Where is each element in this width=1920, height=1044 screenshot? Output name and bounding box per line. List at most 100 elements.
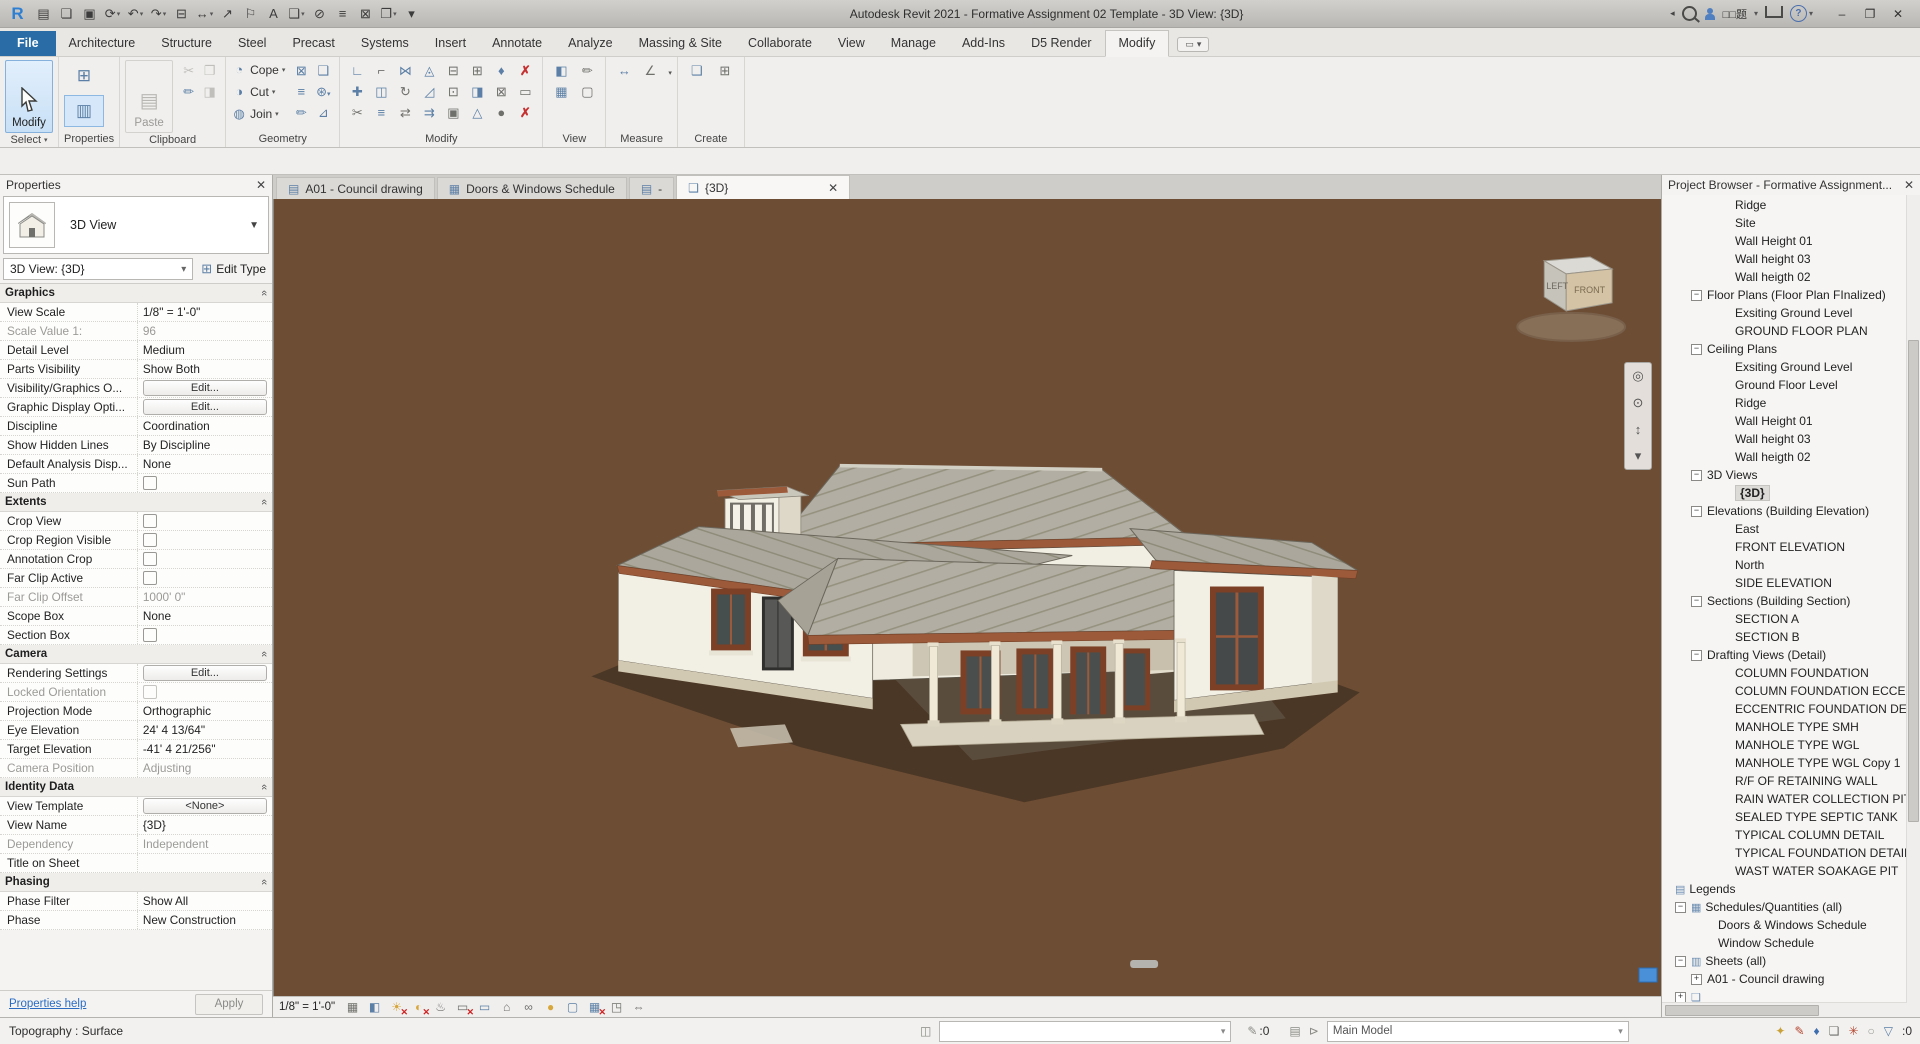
collapse-section-icon[interactable]: « bbox=[258, 879, 270, 885]
measure-icon[interactable]: ↗ bbox=[216, 3, 239, 25]
steering-wheel-icon[interactable]: ◎ bbox=[1632, 368, 1643, 384]
crop-view-icon[interactable]: ▭✕ bbox=[454, 999, 471, 1015]
unpin-icon[interactable]: ✗ bbox=[515, 63, 536, 79]
ribbon-tab-structure[interactable]: Structure bbox=[148, 31, 225, 56]
section-header-camera[interactable]: Camera« bbox=[0, 645, 272, 664]
ribbon-tab-d5-render[interactable]: D5 Render bbox=[1018, 31, 1104, 56]
temporary-view-properties-icon[interactable]: ▢ bbox=[564, 999, 581, 1015]
view-cube[interactable]: LEFT FRONT bbox=[1517, 257, 1625, 341]
locked-3d-view-icon[interactable]: ⌂ bbox=[498, 999, 515, 1015]
property-edit-button[interactable]: Edit... bbox=[143, 380, 267, 396]
tree-item-north[interactable]: North bbox=[1662, 556, 1920, 574]
property-value[interactable]: Adjusting bbox=[138, 759, 272, 777]
create-similar-icon[interactable]: ⊞ bbox=[714, 63, 735, 79]
select-elements-by-face-icon[interactable]: ❏ bbox=[1829, 1024, 1840, 1038]
user-name[interactable]: □□题 bbox=[1723, 6, 1747, 22]
property-value[interactable] bbox=[138, 474, 272, 492]
tree-item-sealed-type-septic-tank[interactable]: SEALED TYPE SEPTIC TANK bbox=[1662, 808, 1920, 826]
ribbon-tab-systems[interactable]: Systems bbox=[348, 31, 422, 56]
offset-icon[interactable]: ⌐ bbox=[371, 63, 392, 78]
close-button[interactable]: ✕ bbox=[1884, 3, 1912, 25]
view-scale-button[interactable]: 1/8" = 1'-0" bbox=[279, 1001, 335, 1013]
active-option-icon[interactable]: ⊳ bbox=[1309, 1024, 1319, 1038]
property-value[interactable]: 96 bbox=[138, 322, 272, 340]
close-inactive-views-icon[interactable]: ⊠ bbox=[354, 3, 377, 25]
wall-joins-icon[interactable]: ⊠ bbox=[291, 63, 312, 79]
trim-extend-corner-icon[interactable]: ◿ bbox=[419, 84, 440, 100]
tree-item-legends[interactable]: ▤Legends bbox=[1662, 880, 1920, 898]
match-type-icon[interactable]: ✏ bbox=[178, 84, 199, 100]
editable-only-icon[interactable]: ✎ bbox=[1247, 1024, 1257, 1038]
property-value[interactable]: 1000' 0" bbox=[138, 588, 272, 606]
apply-button[interactable]: Apply bbox=[195, 994, 263, 1015]
open-icon[interactable]: ❏ bbox=[55, 3, 78, 25]
ribbon-tab-add-ins[interactable]: Add-Ins bbox=[949, 31, 1018, 56]
property-value[interactable]: None bbox=[138, 607, 272, 625]
properties-toggle-icon[interactable]: ▥ bbox=[64, 95, 104, 127]
restore-button[interactable]: ❐ bbox=[1856, 3, 1884, 25]
select-pinned-icon[interactable]: ♦ bbox=[1814, 1024, 1820, 1038]
trim-extend-single-icon[interactable]: ⊡ bbox=[443, 84, 464, 100]
reveal-hidden-elements-icon[interactable]: ● bbox=[542, 999, 559, 1015]
property-value[interactable]: None bbox=[138, 455, 272, 473]
doc-tab-a01-council-drawing[interactable]: ▤A01 - Council drawing bbox=[276, 177, 435, 199]
tree-item-side-elevation[interactable]: SIDE ELEVATION bbox=[1662, 574, 1920, 592]
thin-lines-icon[interactable]: ≡ bbox=[331, 3, 354, 25]
section-header-graphics[interactable]: Graphics« bbox=[0, 284, 272, 303]
property-value[interactable] bbox=[138, 626, 272, 644]
shadows-icon[interactable]: ◐✕ bbox=[410, 999, 427, 1015]
ribbon-state-toggle[interactable]: ▭▾ bbox=[1177, 37, 1209, 52]
scale-icon[interactable]: ⊠ bbox=[491, 84, 512, 100]
tree-item-east[interactable]: East bbox=[1662, 520, 1920, 538]
crop-region-visible-icon[interactable]: ▭ bbox=[476, 999, 493, 1015]
navigation-bar[interactable]: ◎⊙↕▾ bbox=[1624, 362, 1652, 470]
navbar-options-icon[interactable]: ▾ bbox=[1635, 448, 1642, 464]
aligned-dimension-icon[interactable]: ↔▾ bbox=[193, 3, 216, 25]
background-processes-icon[interactable]: ○ bbox=[1868, 1024, 1875, 1038]
delete-icon[interactable]: ▭ bbox=[515, 84, 536, 100]
ribbon-tab-modify[interactable]: Modify bbox=[1105, 30, 1170, 57]
switch-windows-icon[interactable]: ❐▾ bbox=[377, 3, 400, 25]
worksharing-display-icon[interactable]: ✦ bbox=[1775, 1024, 1785, 1038]
tree-item-eccentric-foundation-deta[interactable]: ECCENTRIC FOUNDATION DETA bbox=[1662, 700, 1920, 718]
default-3d-view-icon-dropdown[interactable]: ▾ bbox=[301, 10, 305, 18]
property-edit-button[interactable]: Edit... bbox=[143, 665, 267, 681]
property-value[interactable]: <None> bbox=[138, 797, 272, 815]
detail-level-icon[interactable]: ▦ bbox=[344, 999, 361, 1015]
property-value[interactable] bbox=[138, 569, 272, 587]
beam-cutback-icon[interactable]: ❑ bbox=[313, 63, 334, 79]
tree-item-ground-floor-level[interactable]: Ground Floor Level bbox=[1662, 376, 1920, 394]
viewcube-left-label[interactable]: LEFT bbox=[1546, 281, 1568, 291]
collapse-arrow-icon[interactable]: ◂ bbox=[1670, 4, 1675, 24]
customize-qat-icon[interactable]: ▾ bbox=[400, 3, 423, 25]
measure-dropdown-icon[interactable]: ▾ bbox=[668, 69, 672, 77]
text-icon[interactable]: A bbox=[262, 3, 285, 25]
demolish-icon[interactable]: ⊿ bbox=[313, 105, 334, 121]
property-value[interactable]: Coordination bbox=[138, 417, 272, 435]
modify-tool-button[interactable]: Modify bbox=[5, 60, 53, 133]
properties-help-link[interactable]: Properties help bbox=[9, 998, 86, 1010]
browser-hscrollbar[interactable] bbox=[1662, 1002, 1920, 1017]
tree-item-wall-height-01[interactable]: Wall Height 01 bbox=[1662, 412, 1920, 430]
collapse-node-icon[interactable]: − bbox=[1675, 902, 1686, 913]
property-value[interactable]: New Construction bbox=[138, 911, 272, 929]
cope-button[interactable]: ◔Cope▾ bbox=[231, 60, 285, 79]
doc-tab--3d-[interactable]: ❑{3D}✕ bbox=[676, 175, 850, 199]
tree-item-elevations-building-elevation-[interactable]: −Elevations (Building Elevation) bbox=[1662, 502, 1920, 520]
save-icon[interactable]: ▣ bbox=[78, 3, 101, 25]
tree-item-sections-building-section-[interactable]: −Sections (Building Section) bbox=[1662, 592, 1920, 610]
pattern-icon[interactable]: ▣ bbox=[443, 105, 464, 121]
mirror-pick-axis-icon[interactable]: ⋈ bbox=[395, 63, 416, 79]
ribbon-tab-precast[interactable]: Precast bbox=[279, 31, 347, 56]
filter-icon[interactable]: ▽ bbox=[1884, 1024, 1893, 1038]
collapse-section-icon[interactable]: « bbox=[258, 290, 270, 296]
sun-path-icon[interactable]: ☀✕ bbox=[388, 999, 405, 1015]
property-value[interactable] bbox=[138, 512, 272, 530]
displacement-sets-icon[interactable]: ◳ bbox=[608, 999, 625, 1015]
tree-item-a01-council-drawing[interactable]: +A01 - Council drawing bbox=[1662, 970, 1920, 988]
tree-item-front-elevation[interactable]: FRONT ELEVATION bbox=[1662, 538, 1920, 556]
copy-icon[interactable]: ◫ bbox=[371, 84, 392, 100]
tree-item-wast-water-soakage-pit[interactable]: WAST WATER SOAKAGE PIT bbox=[1662, 862, 1920, 880]
property-checkbox[interactable] bbox=[143, 514, 157, 528]
property-value[interactable]: Show Both bbox=[138, 360, 272, 378]
